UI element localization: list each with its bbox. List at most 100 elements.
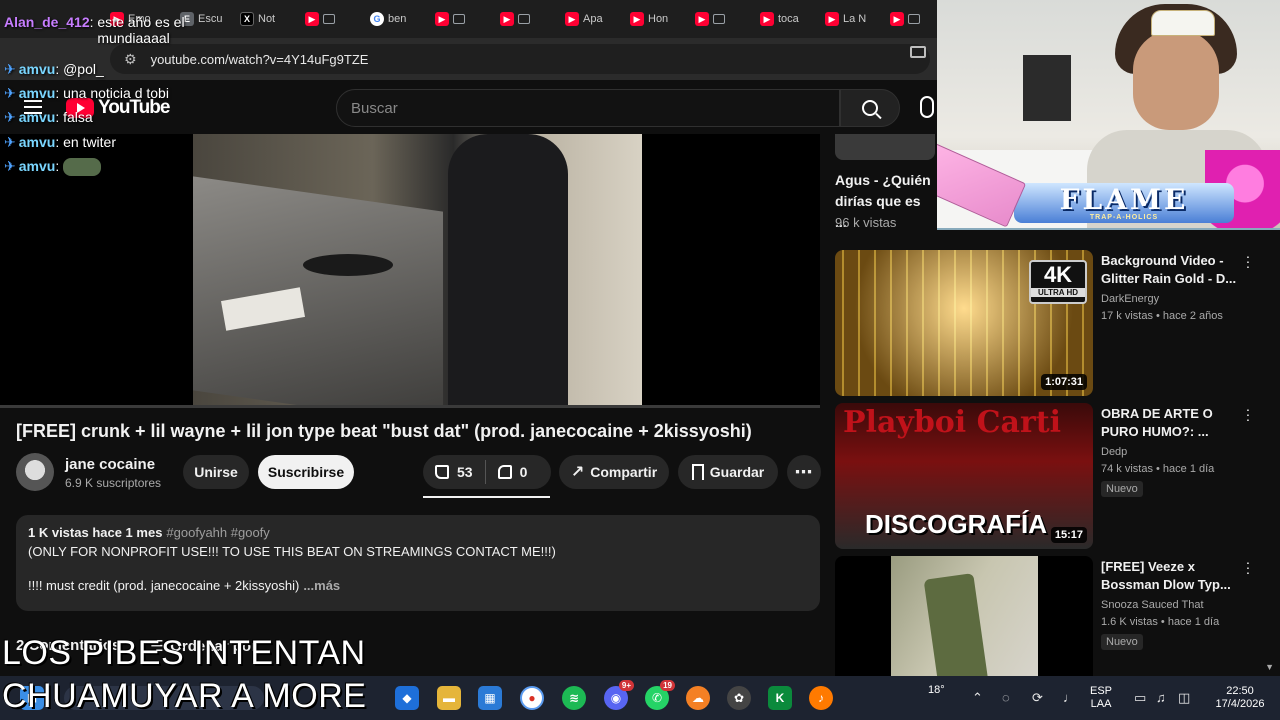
video-title[interactable]: OBRA DE ARTE O PURO HUMO?: ... [1101,405,1246,441]
youtube-logo[interactable]: YouTube [66,97,170,119]
video-thumbnail[interactable]: Playboi Carti DISCOGRAFÍA 15:17 [835,403,1093,549]
youtube-icon: ▶ [110,12,124,26]
browser-tab[interactable]: ▶ [500,6,530,32]
browser-tab[interactable]: ▶ Hon [630,6,668,32]
channel-name[interactable]: jane cocaine [65,456,155,473]
cash-image [923,573,989,676]
like-dislike-group: 53 0 [423,455,551,489]
join-button[interactable]: Unirse [183,455,249,489]
share-button[interactable]: ↗ Compartir [559,455,669,489]
video-progress-bar[interactable] [0,405,820,408]
dislike-count: 0 [519,464,528,480]
divider [484,460,486,484]
video-thumbnail[interactable] [835,556,1093,676]
save-button[interactable]: Guardar [678,455,778,489]
like-count[interactable]: 53 [457,464,473,480]
duration-badge: 1:07:31 [1041,374,1087,390]
browser-tab[interactable]: X Not [240,6,275,32]
sidebar-video-item[interactable]: [FREE] Veeze x Bossman Dlow Typ... Snooz… [835,556,1265,676]
kebab-menu-icon[interactable]: · · · [1245,249,1251,273]
sidebar-video-item[interactable]: 4K ULTRA HD 1:07:31 Background Video - Gl… [835,249,1265,396]
channel-name[interactable]: DarkEnergy [1101,293,1246,305]
sidebar-video-item[interactable]: Playboi Carti DISCOGRAFÍA 15:17 OBRA DE … [835,402,1265,549]
stream-caption: CHUAMUYAR A MORE [2,677,367,715]
tray-icon[interactable]: ⟳ [1032,690,1043,706]
browser-tab[interactable]: E Escu [180,6,222,32]
kick-icon[interactable]: K [768,686,792,710]
channel-avatar[interactable] [16,453,54,491]
store-icon[interactable]: ▦ [478,686,502,710]
youtube-masthead: YouTube Buscar [0,80,940,136]
spotify-icon[interactable]: ≋ [562,686,586,710]
battery-icon[interactable]: ◫ [1178,690,1190,706]
clock[interactable]: 22:50 17/4/2026 [1210,685,1270,711]
video-thumbnail[interactable]: 4K ULTRA HD 1:07:31 [835,250,1093,396]
browser-tab[interactable]: ▶ [890,6,920,32]
dislike-icon[interactable] [497,465,512,479]
address-bar: ⚙ youtube.com/watch?v=4Y14uFg9TZE [0,38,940,80]
stove-image [193,176,443,408]
window-icon [713,14,725,24]
like-ratio-bar [423,496,550,498]
channel-name[interactable]: Snooza Sauced That [1101,599,1246,611]
search-input[interactable]: Buscar [336,89,840,127]
streamer-cap [1151,10,1215,36]
scroll-down-arrow-icon[interactable]: ▼ [1265,662,1274,672]
youtube-icon: ▶ [565,12,579,26]
show-more-link[interactable]: ...más [303,578,340,593]
network-icon[interactable]: ▭ [1134,690,1146,706]
app-icon[interactable]: ◆ [395,686,419,710]
flame-logo: FLAME TRAP-A-HOLICS [1014,183,1234,223]
search-button[interactable] [840,89,900,127]
chrome-icon[interactable]: ● [520,686,544,710]
browser-tab[interactable]: ▶ La N [825,6,866,32]
channel-name[interactable]: Dedp [1101,446,1246,458]
kebab-menu-icon[interactable]: · · · [1245,402,1251,426]
window-icon [323,14,335,24]
browser-tab[interactable]: ▶ [695,6,725,32]
youtube-icon: ▶ [435,12,449,26]
discord-icon[interactable]: ◉ 9+ [604,680,634,710]
window-icon [908,14,920,24]
whatsapp-icon[interactable]: ✆ 19 [645,680,675,710]
cloud-icon[interactable]: ☁ [686,686,710,710]
microphone-icon[interactable] [920,96,934,118]
wall-poster [1023,55,1071,121]
fl-studio-icon[interactable]: ♪ [809,686,833,710]
sidebar-partial-thumbnail[interactable] [835,134,935,160]
more-actions-button[interactable]: ⋯ [787,455,821,489]
video-title[interactable]: [FREE] Veeze x Bossman Dlow Typ... [1101,558,1246,594]
video-title[interactable]: Background Video - Glitter Rain Gold - D… [1101,252,1246,288]
language-indicator[interactable]: ESP LAA [1090,685,1112,711]
browser-tab[interactable]: ▶ Emo [110,6,151,32]
new-badge: Nuevo [1101,481,1143,497]
description-line: (ONLY FOR NONPROFIT USE!!! TO USE THIS B… [28,544,556,559]
description-box[interactable]: 1 K vistas hace 1 mes #goofyahh #goofy (O… [16,515,820,611]
app-icon[interactable]: ✿ [727,686,751,710]
site-settings-icon[interactable]: ⚙ [124,51,137,68]
duration-badge: 15:17 [1050,527,1087,543]
tray-icon[interactable]: ◌ [1002,690,1010,705]
browser-tab[interactable]: ▶ [435,6,465,32]
menu-icon[interactable] [24,100,42,118]
volume-icon[interactable]: ♫ [1156,690,1166,705]
youtube-icon: ▶ [890,12,904,26]
browser-tab[interactable]: ▶ [305,6,335,32]
browser-tab[interactable]: ▶ Apa [565,6,603,32]
url-field[interactable]: ⚙ youtube.com/watch?v=4Y14uFg9TZE [110,44,930,74]
mic-tray-icon[interactable]: ♩ [1063,690,1076,705]
hashtags[interactable]: #goofyahh #goofy [166,525,269,540]
show-hidden-icons[interactable]: ⌃ [972,690,983,706]
install-app-icon[interactable] [910,46,926,58]
weather-widget[interactable]: 18° [928,684,945,697]
video-title: [FREE] crunk + lil wayne + lil jon type … [16,421,752,441]
like-icon[interactable] [435,465,449,479]
kebab-menu-icon[interactable]: · · · [1245,556,1251,579]
subscribe-button[interactable]: Suscribirse [258,455,354,489]
browser-tab[interactable]: Gben [370,6,406,32]
video-player[interactable] [0,134,820,408]
x-icon: X [240,12,254,26]
bookmark-icon [691,464,704,480]
file-explorer-icon[interactable]: ▬ [437,686,461,710]
browser-tab[interactable]: ▶ toca [760,6,799,32]
